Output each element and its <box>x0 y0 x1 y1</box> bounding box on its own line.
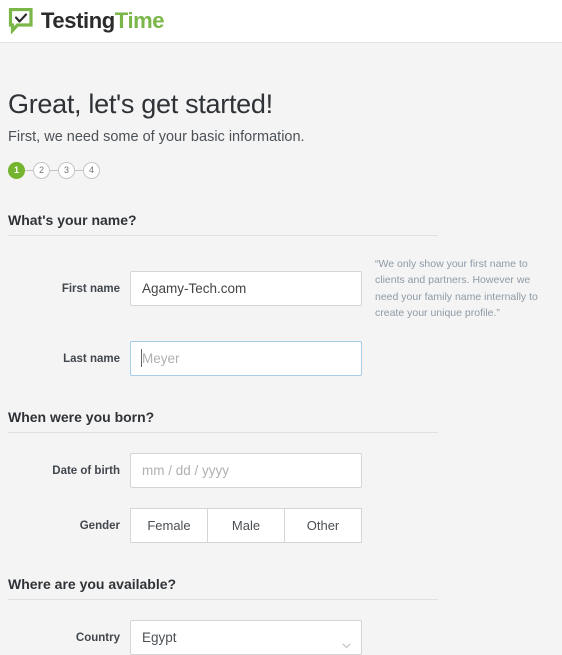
country-select-wrap: Egypt <box>130 620 362 655</box>
country-select[interactable]: Egypt <box>130 620 362 655</box>
page-title: Great, let's get started! <box>8 89 273 119</box>
country-control: Egypt <box>130 620 362 655</box>
site-header: TestingTime <box>0 0 562 43</box>
speech-bubble-check-icon <box>8 7 34 35</box>
country-selected-value: Egypt <box>142 630 177 646</box>
gender-option-male[interactable]: Male <box>207 508 284 544</box>
field-row-country: Country Egypt <box>8 620 562 655</box>
first-name-input[interactable] <box>130 271 362 307</box>
section-name: What's your name? First name “We only sh… <box>8 212 562 377</box>
section-heading-availability: Where are you available? <box>8 576 438 601</box>
name-help-note: “We only show your first name to clients… <box>375 258 538 319</box>
last-name-input-wrap <box>130 341 362 377</box>
field-row-date-of-birth: Date of birth <box>8 453 562 489</box>
text-caret <box>141 349 142 368</box>
country-label: Country <box>75 631 120 644</box>
first-name-control <box>130 271 362 307</box>
step-indicator: 1 2 3 4 <box>8 162 562 180</box>
date-of-birth-label: Date of birth <box>52 464 120 477</box>
last-name-control <box>130 341 362 377</box>
step-connector <box>50 170 58 172</box>
logo-wordmark: TestingTime <box>41 8 165 33</box>
intro-block: Great, let's get started! First, we need… <box>8 43 562 146</box>
section-heading-name: What's your name? <box>8 212 438 237</box>
step-1[interactable]: 1 <box>8 162 25 180</box>
section-birth: When were you born? Date of birth Gender… <box>8 409 562 544</box>
last-name-label: Last name <box>63 352 120 365</box>
date-of-birth-control <box>130 453 362 489</box>
gender-option-other[interactable]: Other <box>284 508 362 544</box>
step-4[interactable]: 4 <box>83 162 100 180</box>
gender-segmented-control: Female Male Other <box>130 508 362 544</box>
field-row-gender: Gender Female Male Other <box>8 508 562 544</box>
gender-option-female[interactable]: Female <box>130 508 207 544</box>
step-2[interactable]: 2 <box>33 162 50 180</box>
field-row-last-name: Last name <box>8 341 562 377</box>
section-heading-birth: When were you born? <box>8 409 438 434</box>
signup-page: Great, let's get started! First, we need… <box>0 43 562 655</box>
gender-control: Female Male Other <box>130 508 362 544</box>
brand-logo[interactable]: TestingTime <box>8 7 165 35</box>
first-name-label: First name <box>61 282 120 295</box>
logo-text-secondary: Time <box>114 8 165 33</box>
section-availability: Where are you available? Country Egypt <box>8 576 562 655</box>
gender-label: Gender <box>79 519 120 532</box>
last-name-input[interactable] <box>130 341 362 377</box>
step-connector <box>75 170 83 172</box>
date-of-birth-input[interactable] <box>130 453 362 489</box>
logo-text-primary: Testing <box>41 8 115 33</box>
step-3[interactable]: 3 <box>58 162 75 180</box>
step-connector <box>25 170 33 172</box>
page-subtitle: First, we need some of your basic inform… <box>8 128 305 145</box>
field-row-first-name: First name “We only show your first name… <box>8 256 562 321</box>
